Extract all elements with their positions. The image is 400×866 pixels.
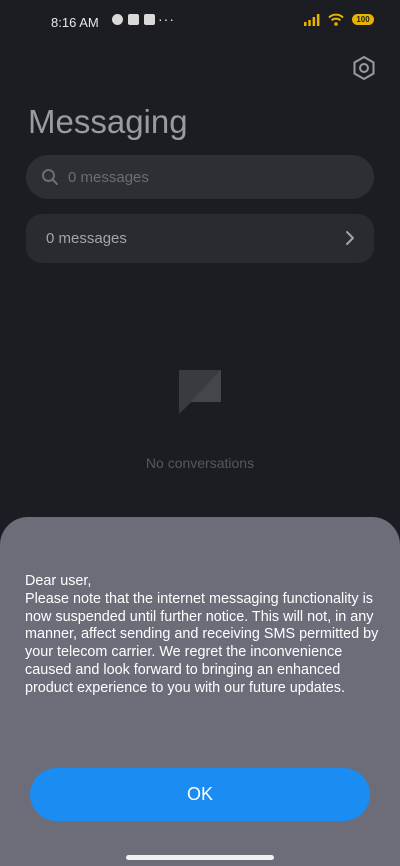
more-notifications-icon: ···: [158, 11, 175, 27]
search-icon: [42, 169, 58, 185]
status-bar: 8:16 AM ··· 100: [0, 0, 400, 44]
battery-icon: 100: [352, 14, 374, 25]
chevron-right-icon: [346, 231, 354, 245]
app-notification-icon: [144, 14, 155, 25]
messages-count-label: 0 messages: [46, 230, 127, 247]
status-time: 8:16 AM: [51, 15, 99, 30]
home-indicator[interactable]: [126, 855, 274, 860]
app-notification-icon: [128, 14, 139, 25]
notification-icons: [112, 14, 155, 25]
sync-icon: [112, 14, 123, 25]
gear-icon[interactable]: [351, 55, 377, 81]
search-placeholder: 0 messages: [68, 169, 149, 186]
chat-bubble-icon: [179, 370, 221, 414]
notice-greeting: Dear user,: [25, 573, 92, 589]
ok-button[interactable]: OK: [30, 768, 370, 821]
notice-body: Please note that the internet messaging …: [25, 590, 379, 696]
notice-dialog: Dear user, Please note that the internet…: [0, 517, 400, 866]
system-status-icons: 100: [304, 13, 374, 26]
page-title: Messaging: [28, 103, 188, 140]
messages-row[interactable]: 0 messages: [26, 214, 374, 263]
wifi-icon: [328, 13, 344, 26]
notice-text: Dear user, Please note that the internet…: [25, 573, 390, 698]
signal-icon: [304, 13, 320, 26]
empty-state-text: No conversations: [145, 455, 255, 471]
search-input[interactable]: 0 messages: [26, 155, 374, 199]
